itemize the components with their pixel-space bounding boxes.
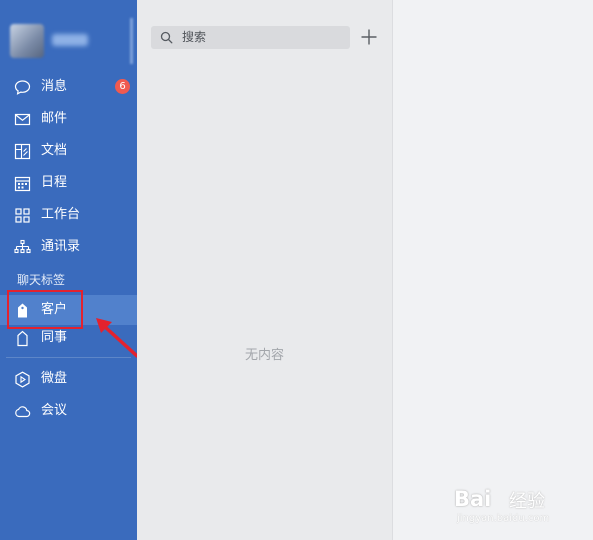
org-chart-icon <box>14 239 31 254</box>
calendar-icon <box>14 176 31 192</box>
sidebar-item-calendar[interactable]: 日程 <box>0 168 137 198</box>
sidebar-item-label: 通讯录 <box>41 239 81 254</box>
sidebar-item-label: 同事 <box>41 330 68 345</box>
document-icon <box>14 143 31 160</box>
sidebar-item-label: 邮件 <box>41 111 68 126</box>
unread-badge: 6 <box>115 79 130 94</box>
search-placeholder: 搜索 <box>182 30 207 44</box>
avatar[interactable] <box>10 24 44 58</box>
sidebar-item-label: 日程 <box>41 175 68 190</box>
add-icon[interactable] <box>360 28 378 46</box>
mail-icon <box>14 113 31 126</box>
sidebar-item-label: 会议 <box>41 403 68 418</box>
user-name-blurred <box>52 34 88 46</box>
sidebar-item-mail[interactable]: 邮件 <box>0 104 137 134</box>
highlight-box <box>7 290 83 329</box>
conversation-list-panel: 搜索 无内容 <box>137 0 392 540</box>
chat-bubble-icon <box>14 80 31 95</box>
profile-divider <box>130 18 133 64</box>
sidebar-item-drive[interactable]: 微盘 <box>0 364 137 394</box>
sidebar-item-label: 消息 <box>41 79 68 94</box>
sidebar-item-contacts[interactable]: 通讯录 <box>0 232 137 262</box>
sidebar-item-meeting[interactable]: 会议 <box>0 396 137 426</box>
sidebar-item-documents[interactable]: 文档 <box>0 136 137 166</box>
annotation-arrow-icon <box>96 318 139 358</box>
sidebar-item-label: 工作台 <box>41 207 81 222</box>
sidebar-item-workbench[interactable]: 工作台 <box>0 200 137 230</box>
grid-icon <box>15 208 30 223</box>
tag-outline-icon <box>17 330 28 347</box>
detail-panel <box>393 0 593 540</box>
search-icon <box>160 31 173 44</box>
empty-state-text: 无内容 <box>244 348 284 363</box>
sidebar-item-label: 微盘 <box>41 371 68 386</box>
chat-tags-heading: 聊天标签 <box>17 273 66 287</box>
watermark-url: jingyan.baidu.com <box>457 513 550 524</box>
cloud-icon <box>15 406 31 418</box>
user-profile[interactable] <box>4 18 133 64</box>
watermark-brand: Bai <box>454 487 492 511</box>
watermark-suffix: 经验 <box>509 491 545 512</box>
search-input[interactable]: 搜索 <box>151 26 350 49</box>
drive-icon <box>15 371 30 388</box>
sidebar-item-label: 文档 <box>41 143 68 158</box>
sidebar: 消息 6 邮件 文档 日程 工作台 通讯录 聊天标签 客户 同事 微盘 会议 <box>0 0 137 540</box>
